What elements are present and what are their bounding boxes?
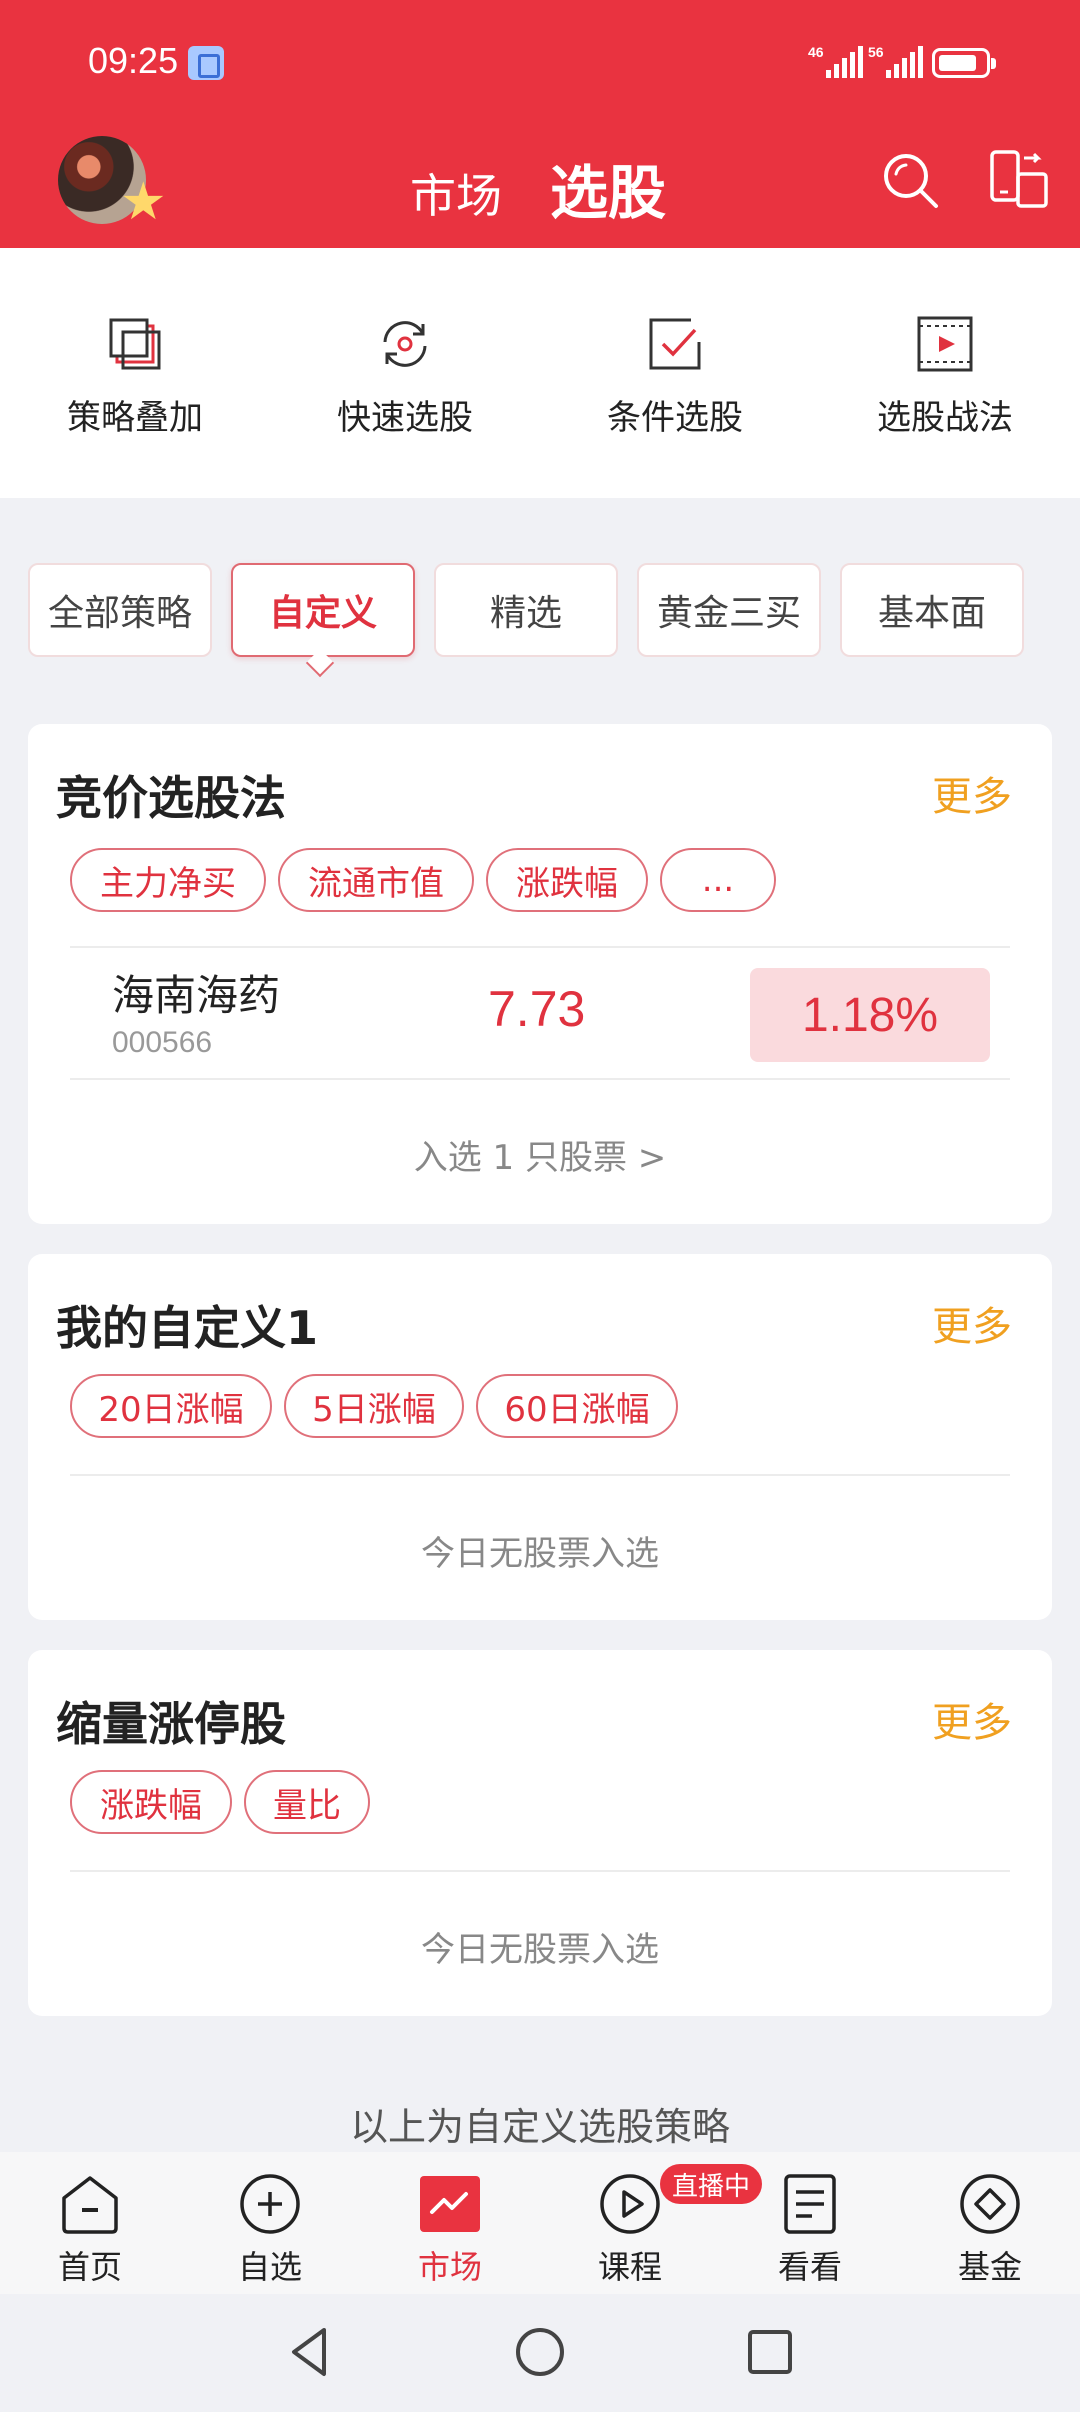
tool-condition-select[interactable]: 条件选股 bbox=[565, 312, 785, 439]
empty-state-text: 今日无股票入选 bbox=[421, 1930, 659, 1970]
signal-icon bbox=[886, 46, 923, 78]
bottom-nav: 首页 自选 市场 课程 看看 基金 bbox=[0, 2152, 1080, 2294]
tab-featured[interactable]: 精选 bbox=[434, 563, 618, 657]
tool-quick-select[interactable]: 快速选股 bbox=[295, 312, 515, 439]
recents-icon[interactable] bbox=[740, 2322, 800, 2382]
tab-custom[interactable]: 自定义 bbox=[231, 563, 415, 657]
card-title: 竞价选股法 bbox=[56, 771, 286, 825]
network-label-2: 56 bbox=[868, 44, 884, 60]
divider bbox=[70, 1474, 1010, 1476]
filter-chip[interactable]: 60日涨幅 bbox=[476, 1374, 678, 1438]
app-header: 09:25 46 56 ★ 市场 选股 bbox=[0, 0, 1080, 248]
plus-circle-icon bbox=[240, 2174, 300, 2234]
strategy-card-custom-1: 我的自定义1 更多 20日涨幅 5日涨幅 60日涨幅 今日无股票入选 bbox=[28, 1254, 1052, 1620]
battery-icon bbox=[932, 48, 996, 78]
more-chips-button[interactable]: ... bbox=[660, 848, 776, 912]
switch-device-icon[interactable] bbox=[986, 148, 1050, 212]
live-badge[interactable]: 直播中 bbox=[660, 2164, 763, 2204]
stock-name: 海南海药 bbox=[112, 971, 281, 1020]
nav-funds[interactable]: 基金 bbox=[920, 2172, 1060, 2288]
home-icon bbox=[62, 2176, 118, 2234]
divider bbox=[70, 1078, 1010, 1080]
document-icon bbox=[784, 2174, 836, 2234]
home-circle-icon[interactable] bbox=[510, 2322, 570, 2382]
play-circle-icon bbox=[600, 2174, 660, 2234]
video-icon bbox=[917, 316, 973, 372]
battery-level bbox=[939, 55, 976, 71]
nav-market[interactable]: 市场 bbox=[380, 2172, 520, 2288]
tab-market[interactable]: 市场 bbox=[410, 160, 502, 226]
filter-chip[interactable]: 主力净买 bbox=[70, 848, 266, 912]
nav-home[interactable]: 首页 bbox=[20, 2172, 160, 2288]
filter-chip[interactable]: 涨跌幅 bbox=[486, 848, 648, 912]
more-link[interactable]: 更多 bbox=[932, 1690, 1012, 1748]
star-icon: ★ bbox=[120, 172, 167, 232]
system-nav-bar bbox=[0, 2294, 1080, 2412]
filter-chip[interactable]: 涨跌幅 bbox=[70, 1770, 232, 1834]
tab-all-strategies[interactable]: 全部策略 bbox=[28, 563, 212, 657]
more-link[interactable]: 更多 bbox=[932, 764, 1012, 822]
divider bbox=[70, 1870, 1010, 1872]
filter-chip[interactable]: 量比 bbox=[244, 1770, 370, 1834]
tab-fundamentals[interactable]: 基本面 bbox=[840, 563, 1024, 657]
notification-icon bbox=[188, 46, 224, 80]
strategy-card-shrink-limit-up: 缩量涨停股 更多 涨跌幅 量比 今日无股票入选 bbox=[28, 1650, 1052, 2016]
tab-golden-three-buys[interactable]: 黄金三买 bbox=[637, 563, 821, 657]
divider bbox=[70, 946, 1010, 948]
stock-price: 7.73 bbox=[488, 981, 586, 1037]
list-footer-text: 以上为自定义选股策略 bbox=[349, 2105, 730, 2149]
filter-chip[interactable]: 20日涨幅 bbox=[70, 1374, 272, 1438]
filter-chip[interactable]: 流通市值 bbox=[278, 848, 474, 912]
diamond-icon bbox=[960, 2174, 1020, 2234]
network-label-1: 46 bbox=[808, 44, 824, 60]
tools-bar: 策略叠加 快速选股 条件选股 选股战法 bbox=[0, 248, 1080, 498]
refresh-icon bbox=[383, 321, 427, 367]
signal-icon bbox=[826, 46, 863, 78]
more-link[interactable]: 更多 bbox=[932, 1294, 1012, 1352]
empty-state-text: 今日无股票入选 bbox=[421, 1534, 659, 1574]
checkbox-icon bbox=[649, 318, 701, 370]
strategy-card-auction: 竞价选股法 更多 主力净买 流通市值 涨跌幅 ... 海南海药 000566 7… bbox=[28, 724, 1052, 1224]
card-title: 我的自定义1 bbox=[56, 1301, 319, 1355]
tool-strategy-overlay[interactable]: 策略叠加 bbox=[25, 312, 245, 439]
tab-stock-select[interactable]: 选股 bbox=[550, 146, 666, 230]
market-chart-icon bbox=[420, 2176, 480, 2232]
status-time: 09:25 bbox=[88, 40, 179, 81]
stock-code: 000566 bbox=[112, 1026, 213, 1059]
tool-stock-tactics[interactable]: 选股战法 bbox=[835, 312, 1055, 439]
overlay-icon bbox=[109, 318, 161, 370]
search-icon[interactable] bbox=[878, 148, 942, 212]
back-icon[interactable] bbox=[280, 2322, 340, 2382]
nav-watchlist[interactable]: 自选 bbox=[200, 2172, 340, 2288]
filter-chip[interactable]: 5日涨幅 bbox=[284, 1374, 464, 1438]
stock-change: 1.18% bbox=[750, 968, 990, 1062]
card-title: 缩量涨停股 bbox=[56, 1697, 286, 1751]
selected-count-link[interactable]: 入选 1 只股票 > bbox=[28, 1130, 1052, 1179]
